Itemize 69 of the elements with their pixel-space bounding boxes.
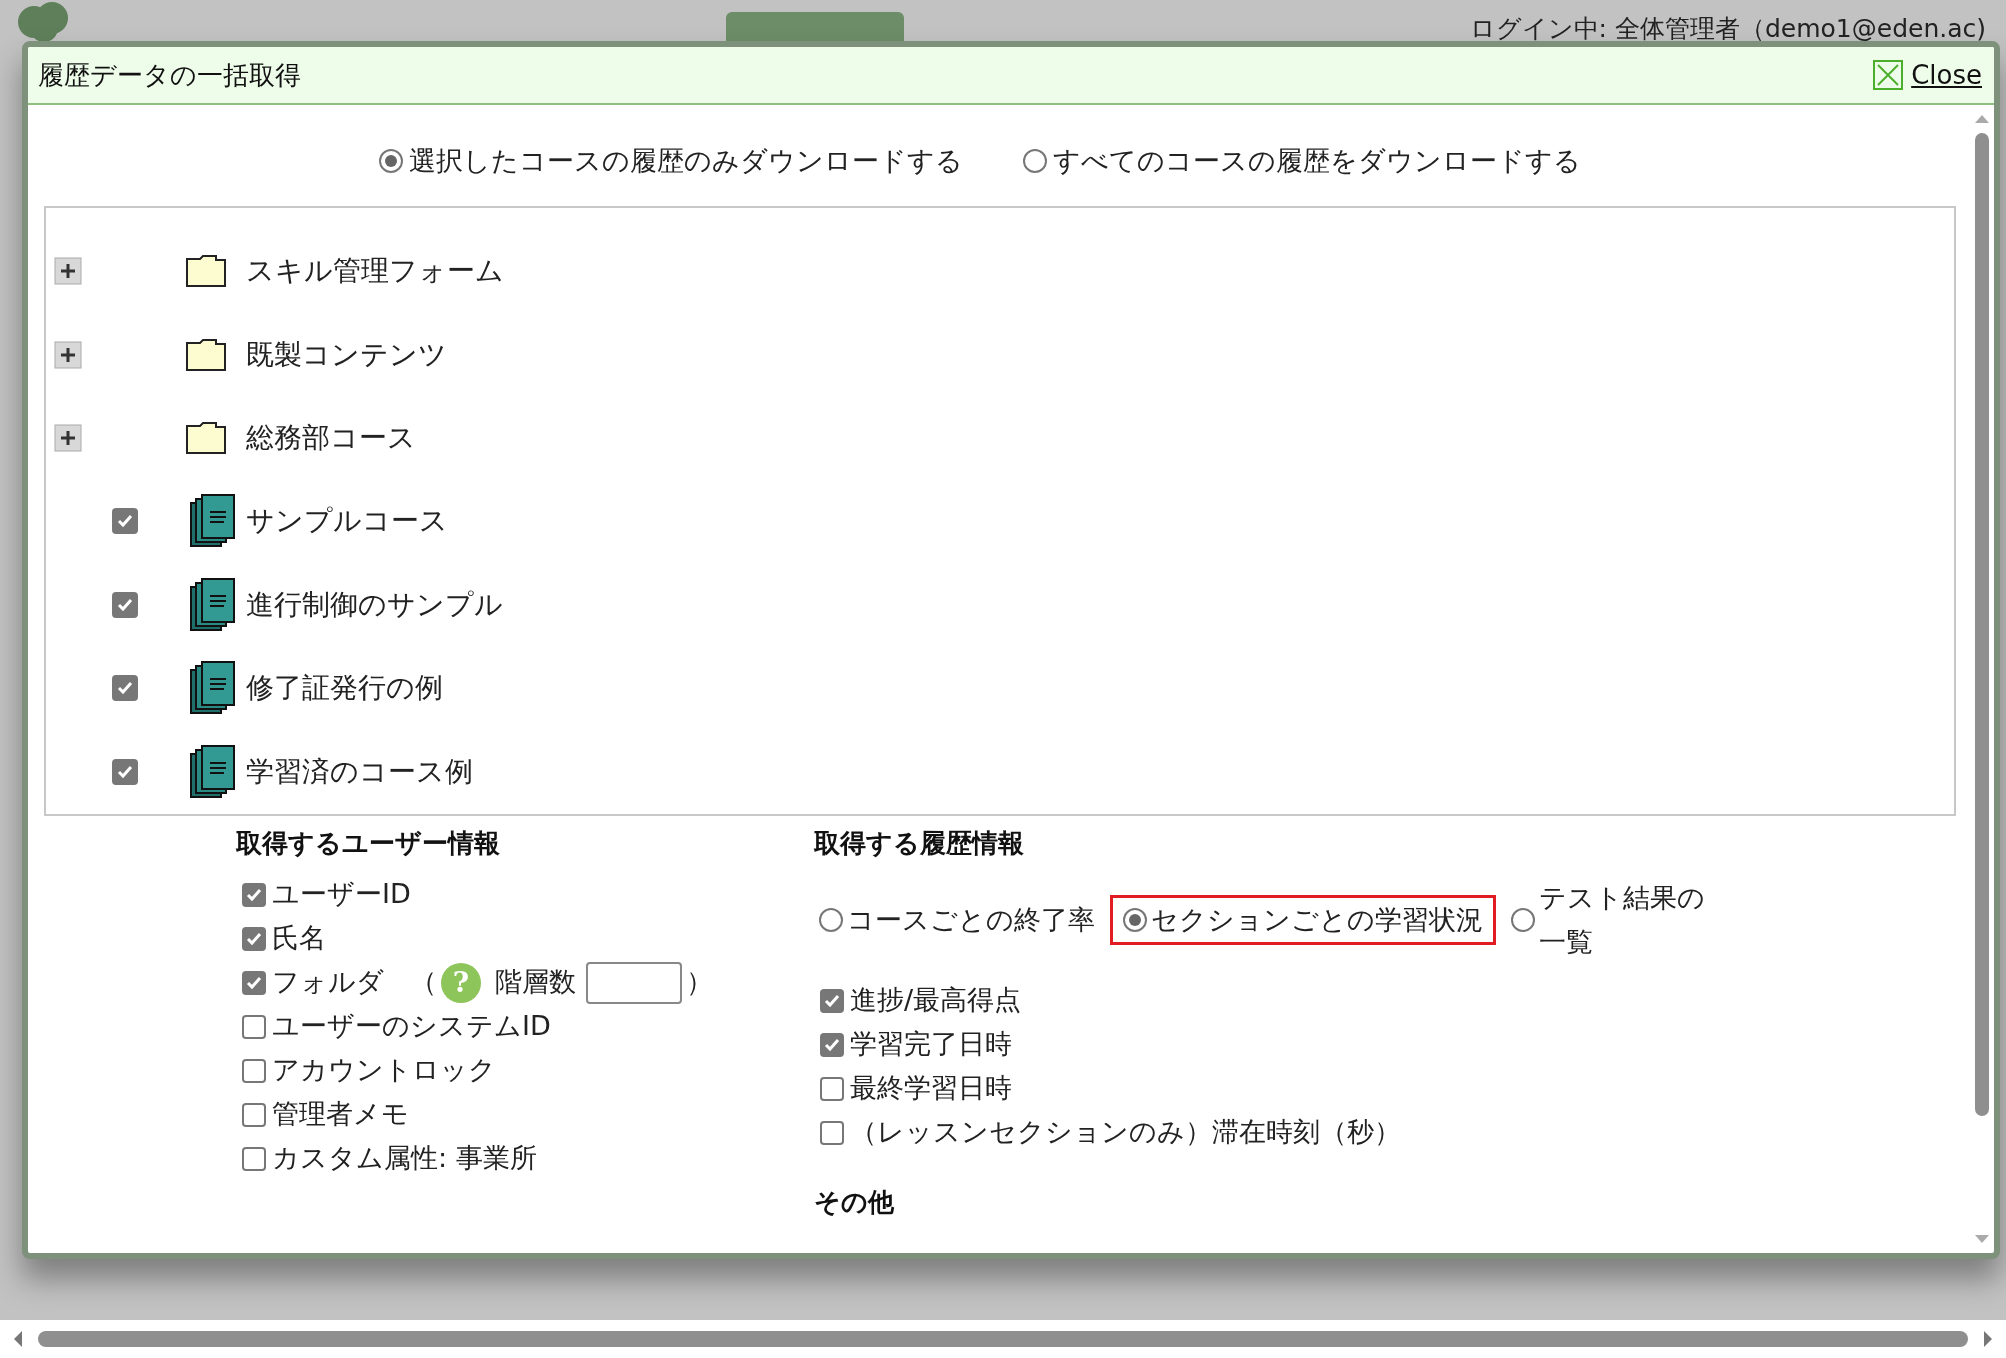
vertical-scrollbar[interactable]	[1975, 133, 1989, 1116]
scroll-up-icon[interactable]	[1974, 113, 1990, 125]
radio-label[interactable]: すべてのコースの履歴をダウンロードする	[1053, 141, 1581, 182]
dialog-title: 履歴データの一括取得	[38, 58, 301, 92]
tree-item-label[interactable]: 総務部コース	[246, 417, 416, 460]
checkbox-label[interactable]: 進捗/最高得点	[850, 980, 1022, 1021]
checkbox[interactable]	[112, 591, 138, 618]
tree-item-label[interactable]: 既製コンテンツ	[246, 333, 447, 376]
checkbox[interactable]	[242, 1146, 266, 1171]
checkbox-label[interactable]: 管理者メモ	[272, 1094, 409, 1135]
checkbox-label[interactable]: 氏名	[272, 918, 326, 959]
tree-item-label[interactable]: サンプルコース	[246, 500, 448, 543]
tree-item-label[interactable]: 進行制御のサンプル	[246, 583, 503, 626]
paren-text: （	[410, 965, 437, 1000]
tree-item-label[interactable]: 修了証発行の例	[246, 667, 443, 710]
checkbox[interactable]	[820, 1120, 844, 1145]
close-icon	[1873, 60, 1904, 90]
checkbox[interactable]	[242, 970, 266, 995]
section-heading: その他	[814, 1185, 895, 1219]
checkbox[interactable]	[242, 882, 266, 907]
course-pages-icon	[190, 661, 236, 716]
checkbox[interactable]	[242, 1014, 266, 1039]
checkbox-label[interactable]: 学習完了日時	[850, 1024, 1012, 1065]
checkbox-label[interactable]: 最終学習日時	[850, 1068, 1012, 1109]
tree-item-label[interactable]: 学習済のコース例	[246, 750, 473, 793]
checkbox[interactable]	[112, 675, 138, 702]
checkbox-label[interactable]: フォルダ	[272, 962, 384, 1003]
depth-label: 階層数	[495, 965, 576, 1000]
depth-input-field[interactable]	[586, 961, 682, 1004]
scroll-left-icon[interactable]	[12, 1330, 24, 1348]
folder-icon	[186, 422, 226, 455]
scroll-right-icon[interactable]	[1982, 1330, 1994, 1348]
checkbox-label[interactable]: ユーザーのシステムID	[272, 1006, 551, 1047]
radio-button[interactable]	[1023, 149, 1047, 174]
radio-label[interactable]: 選択したコースの履歴のみダウンロードする	[409, 141, 963, 182]
radio-button[interactable]	[819, 907, 843, 932]
radio-button[interactable]	[379, 149, 403, 174]
radio-button[interactable]	[1511, 907, 1535, 932]
paren-text: ）	[686, 965, 713, 1000]
checkbox-label[interactable]: カスタム属性: 事業所	[272, 1138, 537, 1179]
checkbox-label[interactable]: アカウントロック	[272, 1050, 496, 1091]
section-heading: 取得するユーザー情報	[236, 826, 501, 860]
folder-icon	[186, 255, 226, 288]
course-pages-icon	[190, 494, 236, 549]
checkbox[interactable]	[112, 758, 138, 785]
course-pages-icon	[190, 744, 236, 799]
radio-label[interactable]: コースごとの終了率	[847, 897, 1095, 942]
section-heading: 取得する履歴情報	[814, 826, 1025, 860]
tree-item-label[interactable]: スキル管理フォーム	[246, 250, 504, 293]
expand-icon[interactable]	[54, 257, 82, 286]
checkbox[interactable]	[242, 1102, 266, 1127]
checkbox[interactable]	[820, 1032, 844, 1057]
expand-icon[interactable]	[54, 424, 82, 453]
checkbox[interactable]	[820, 1076, 844, 1101]
checkbox-label[interactable]: （レッスンセクションのみ）滞在時刻（秒）	[850, 1112, 1401, 1153]
folder-icon	[186, 338, 226, 371]
expand-icon[interactable]	[54, 340, 82, 369]
login-status: ログイン中: 全体管理者（demo1@eden.ac)	[1469, 13, 1986, 45]
checkbox[interactable]	[242, 1058, 266, 1083]
checkbox[interactable]	[242, 926, 266, 951]
radio-label[interactable]: テスト結果の一覧	[1539, 875, 1711, 964]
checkbox-label[interactable]: ユーザーID	[272, 874, 411, 915]
close-link[interactable]: Close	[1873, 55, 1982, 95]
scroll-down-icon[interactable]	[1974, 1233, 1990, 1245]
course-pages-icon	[190, 577, 236, 632]
checkbox[interactable]	[820, 988, 844, 1013]
checkbox[interactable]	[112, 508, 138, 535]
radio-button[interactable]	[1123, 907, 1147, 932]
horizontal-scrollbar[interactable]	[38, 1331, 1968, 1347]
